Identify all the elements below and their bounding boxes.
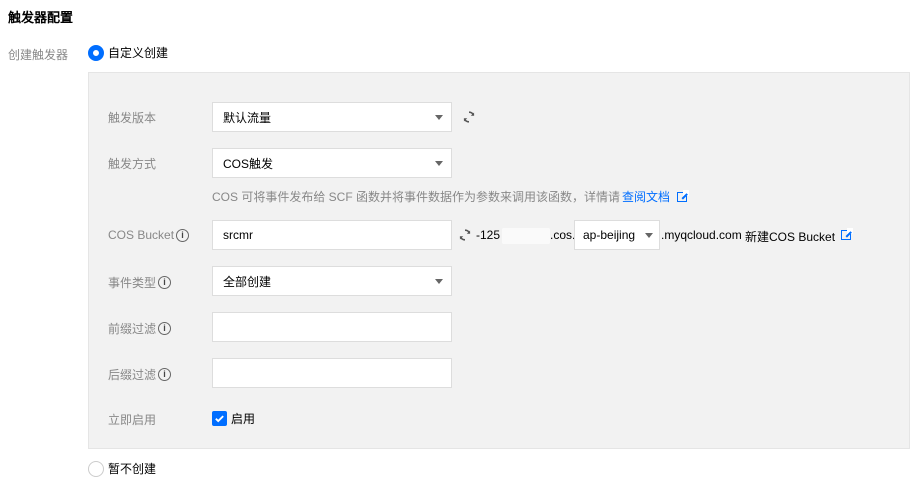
refresh-icon[interactable]: [458, 228, 472, 242]
help-text: COS 可将事件发布给 SCF 函数并将事件数据作为参数来调用该函数，详情请 查…: [212, 188, 690, 205]
event-type-value: 全部创建: [223, 274, 272, 289]
refresh-icon[interactable]: [462, 110, 476, 124]
bucket-appid-prefix: -125: [476, 228, 501, 242]
section-title: 触发器配置: [8, 10, 74, 25]
method-label: 触发方式: [108, 155, 156, 172]
version-label-text: 触发版本: [108, 111, 157, 125]
bucket-value: srcmr: [223, 228, 253, 242]
help-text-body: COS 可将事件发布给 SCF 函数并将事件数据作为参数来调用该函数，详情请: [212, 190, 621, 204]
region-select[interactable]: ap-beijing: [574, 220, 660, 250]
create-trigger-label: 创建触发器: [8, 48, 69, 62]
region-value: ap-beijing: [583, 228, 636, 242]
enable-checkbox[interactable]: 启用: [212, 410, 255, 427]
info-icon[interactable]: i: [158, 276, 172, 289]
enable-checkbox-label: 启用: [231, 412, 256, 426]
docs-link[interactable]: 查阅文档: [622, 188, 670, 205]
bucket-cos-text: .cos.: [550, 228, 576, 242]
bucket-domain-suffix: .myqcloud.com: [661, 228, 742, 242]
caret-down-icon: [645, 233, 653, 238]
suffix-filter-label: 后缀过滤 i: [108, 366, 172, 383]
bucket-label: COS Bucket i: [108, 228, 190, 242]
suffix-filter-input[interactable]: [212, 358, 452, 388]
info-icon[interactable]: i: [158, 322, 172, 335]
event-type-label-text: 事件类型: [108, 276, 157, 290]
prefix-filter-input[interactable]: [212, 312, 452, 342]
info-icon[interactable]: i: [176, 228, 190, 242]
suffix-filter-label-text: 后缀过滤: [108, 368, 157, 382]
method-label-text: 触发方式: [108, 157, 157, 171]
radio-no-create[interactable]: 暂不创建: [88, 460, 156, 477]
info-icon[interactable]: i: [158, 368, 172, 381]
check-icon: [212, 411, 227, 426]
caret-down-icon: [435, 161, 443, 166]
radio-unchecked-icon: [88, 460, 104, 477]
prefix-filter-label-text: 前缀过滤: [108, 322, 157, 336]
enable-label: 立即启用: [108, 411, 156, 428]
method-value: COS触发: [223, 156, 274, 171]
radio-checked-icon: [88, 44, 104, 61]
version-value: 默认流量: [223, 110, 272, 125]
version-select[interactable]: 默认流量: [212, 102, 452, 132]
caret-down-icon: [435, 115, 443, 120]
version-label: 触发版本: [108, 109, 156, 126]
new-bucket-link[interactable]: 新建COS Bucket: [745, 228, 835, 245]
radio-none-label: 暂不创建: [108, 462, 157, 476]
caret-down-icon: [435, 279, 443, 284]
external-link-icon[interactable]: [841, 228, 853, 240]
bucket-input[interactable]: srcmr: [212, 220, 452, 250]
redacted-appid: [502, 228, 550, 244]
prefix-filter-label: 前缀过滤 i: [108, 320, 172, 337]
enable-label-text: 立即启用: [108, 413, 157, 427]
radio-custom-create[interactable]: 自定义创建: [88, 44, 168, 61]
method-select[interactable]: COS触发: [212, 148, 452, 178]
event-type-select[interactable]: 全部创建: [212, 266, 452, 296]
bucket-label-text: COS Bucket: [108, 228, 175, 242]
external-link-icon[interactable]: [677, 189, 690, 202]
radio-custom-label: 自定义创建: [108, 46, 169, 60]
event-type-label: 事件类型 i: [108, 274, 172, 291]
